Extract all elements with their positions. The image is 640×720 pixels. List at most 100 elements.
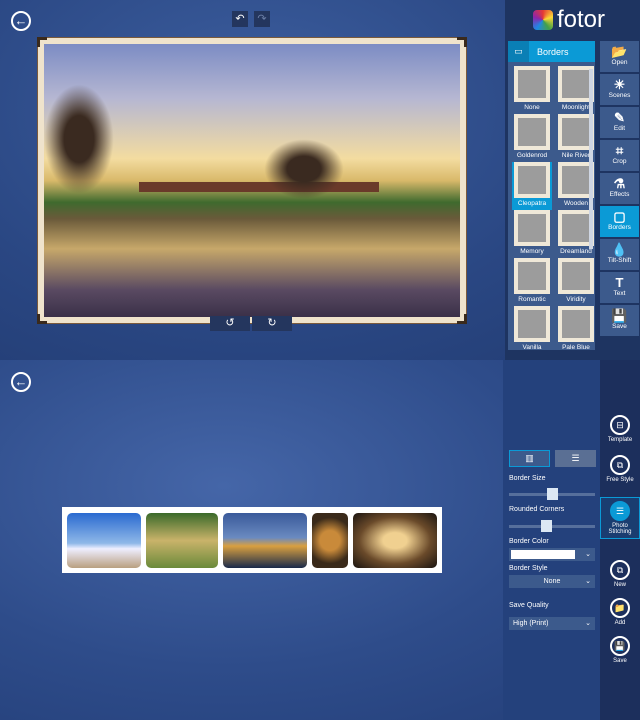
action-label: Save [613,658,627,664]
border-option[interactable]: None [512,66,552,114]
border-thumbnail [514,210,550,246]
tool-label: Open [611,59,628,66]
border-size-label: Border Size [509,475,546,482]
tool-tilt-shift[interactable]: 💧 Tilt-Shift [600,239,639,270]
border-label: None [524,104,540,111]
border-label: Moonlight [561,104,591,111]
landscape-photo [44,44,460,317]
photo-canvas [37,37,467,324]
tool-label: Text [613,290,626,297]
border-label: Pale Blue [562,344,590,351]
redo-button[interactable]: ↷ [254,11,270,27]
photo-people[interactable] [146,512,218,568]
settings-panel: ▥ ☰ Border Size Rounded Corners Border C… [503,360,600,720]
scrollbar[interactable] [589,69,593,249]
border-label: Memory [520,248,544,255]
border-label: Dreamland [560,248,592,255]
border-option[interactable]: Vanilla [512,306,552,354]
tool-effects[interactable]: ⚗ Effects [600,173,639,204]
tool-borders[interactable]: ▢ Borders [600,206,639,237]
right-sidebar: fotor ▭ Borders None Moonlight Goldenrod Nil… [505,0,640,360]
tool-save[interactable]: 💾 Save [600,305,639,336]
add-icon: 📁 [610,598,630,618]
border-option[interactable]: Pale Blue [556,306,596,354]
border-option[interactable]: Cleopatra [512,162,552,210]
template-icon: ⊟ [610,415,630,435]
panel-title: Borders [537,46,569,57]
photo-city-night[interactable] [223,512,307,568]
photo-editor-view: ← ↶ ↷ ↺ ↻ fotor ▭ Borders None Moonlight Gol… [0,0,640,360]
tool-text[interactable]: T Text [600,272,639,303]
tool-label: Crop [612,158,627,165]
photo-stitching-icon: ☰ [610,501,630,521]
rotate-left-button[interactable]: ↺ [210,316,250,331]
save-icon: 💾 [611,308,628,323]
stitched-photo-strip [62,507,442,573]
border-label: Wooden [563,200,589,207]
mode-label: Template [607,437,633,443]
border-thumbnail [514,306,550,342]
scenes-icon: ☀ [613,77,626,92]
action-label: New [613,582,626,588]
tool-label: Effects [609,191,630,198]
free-style-icon: ⧉ [610,455,630,475]
border-style-select[interactable]: None ⌄ [509,575,595,588]
photo-mountain[interactable] [67,512,141,568]
collage-view: ← ▥ ☰ Border Size Rounded Corners Border… [0,360,640,720]
border-label: Cleopatra [517,200,547,207]
border-thumbnail [558,258,594,294]
tool-label: Borders [608,224,631,231]
border-label: Vanilla [522,344,542,351]
back-button-collage[interactable]: ← [11,372,31,392]
save-icon: 💾 [610,636,630,656]
save-button[interactable]: 💾 Save [600,636,640,664]
border-option[interactable]: Memory [512,210,552,258]
tool-label: Tilt-Shift [607,257,632,264]
mode-label: Free Style [606,477,634,483]
crop-icon: ⌗ [615,143,624,158]
border-thumbnail [514,66,550,102]
border-size-slider[interactable] [509,488,595,500]
new-button[interactable]: ⧉ New [600,560,640,588]
border-option[interactable]: Goldenrod [512,114,552,162]
new-icon: ⧉ [610,560,630,580]
border-color-select[interactable]: ⌄ [509,548,595,561]
horizontal-layout-button[interactable]: ▥ [509,450,550,467]
borders-icon: ▢ [613,209,626,224]
vertical-layout-button[interactable]: ☰ [555,450,596,467]
border-option[interactable]: Viridity [556,258,596,306]
tool-crop[interactable]: ⌗ Crop [600,140,639,171]
open-icon: 📂 [611,44,628,59]
tool-open[interactable]: 📂 Open [600,41,639,72]
tool-label: Save [612,323,627,330]
photo-globe[interactable] [312,512,348,568]
border-thumbnail [514,162,550,198]
mode-label: Photo Stitching [608,523,632,535]
rounded-corners-slider[interactable] [509,520,595,532]
save-quality-select[interactable]: High (Print) ⌄ [509,617,595,630]
borders-icon: ▭ [508,41,529,62]
border-style-label: Border Style [509,565,548,572]
tilt-shift-icon: 💧 [611,242,628,257]
action-label: Add [614,620,626,626]
mode-column: ⊟ Template ⧉ Free Style ☰ Photo Stitching ⧉ New… [600,360,640,720]
tool-edit[interactable]: ✎ Edit [600,107,639,138]
effects-icon: ⚗ [613,176,626,191]
photo-hall[interactable] [353,512,437,568]
border-option[interactable]: Romantic [512,258,552,306]
mode-photo-stitching[interactable]: ☰ Photo Stitching [600,497,640,539]
border-label: Nile River [561,152,591,159]
mode-free-style[interactable]: ⧉ Free Style [600,455,640,483]
tool-scenes[interactable]: ☀ Scenes [600,74,639,105]
border-thumbnail [514,114,550,150]
mode-template[interactable]: ⊟ Template [600,415,640,443]
back-button[interactable]: ← [11,11,31,31]
undo-button[interactable]: ↶ [232,11,248,27]
border-label: Romantic [518,296,546,303]
fotor-logo: fotor [533,6,605,34]
add-button[interactable]: 📁 Add [600,598,640,626]
edit-icon: ✎ [614,110,625,125]
text-icon: T [615,275,624,290]
border-thumbnail [514,258,550,294]
rotate-right-button[interactable]: ↻ [252,316,292,331]
